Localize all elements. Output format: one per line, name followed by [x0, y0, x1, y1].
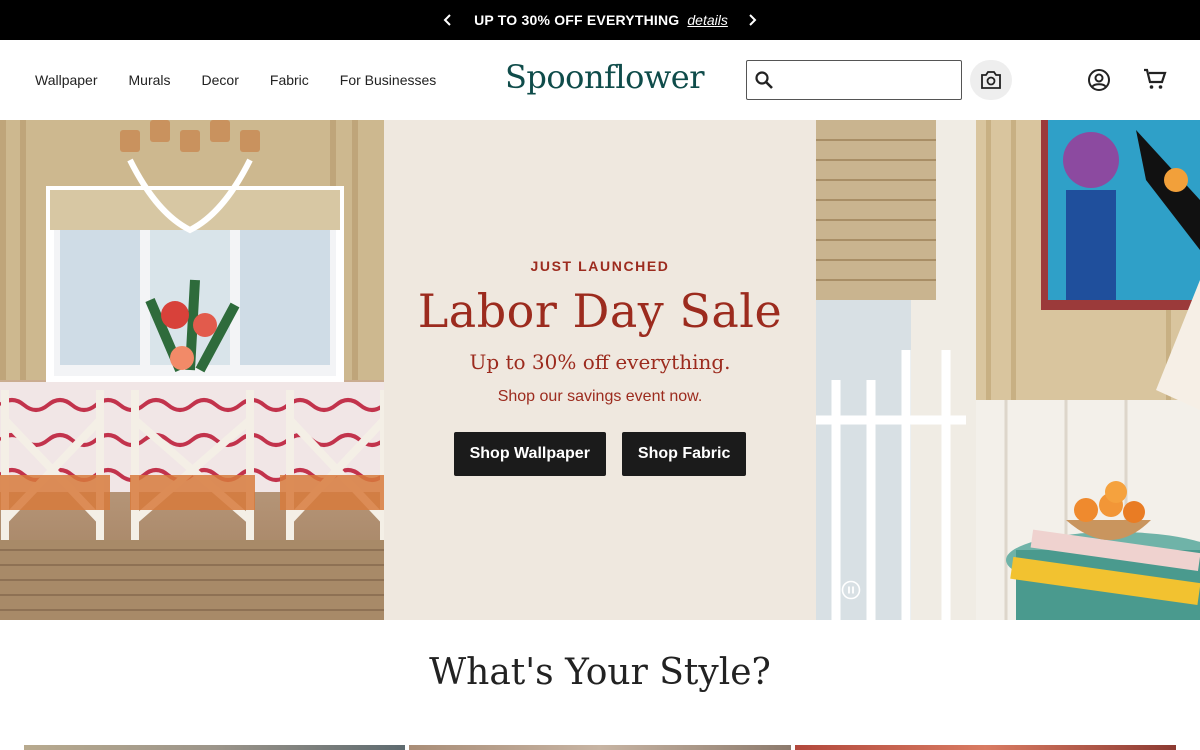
account-icon[interactable]: [1087, 68, 1111, 92]
nav-wallpaper[interactable]: Wallpaper: [35, 72, 98, 88]
site-header: Wallpaper Murals Decor Fabric For Busine…: [0, 40, 1200, 120]
nav-decor[interactable]: Decor: [202, 72, 239, 88]
promo-bar: UP TO 30% OFF EVERYTHING details: [0, 0, 1200, 40]
hero-headline: Labor Day Sale: [417, 284, 783, 338]
hero-banner: JUST LAUNCHED Labor Day Sale Up to 30% o…: [0, 120, 1200, 620]
nav-murals[interactable]: Murals: [129, 72, 171, 88]
section-title: What's Your Style?: [429, 652, 771, 693]
search-input[interactable]: [780, 62, 961, 98]
shop-wallpaper-button[interactable]: Shop Wallpaper: [453, 432, 606, 476]
hero-body: Shop our savings event now.: [497, 388, 703, 405]
main-nav: Wallpaper Murals Decor Fabric For Busine…: [35, 40, 467, 120]
style-cards: [24, 745, 1176, 750]
search-box: [746, 60, 962, 100]
nav-for-businesses[interactable]: For Businesses: [340, 72, 436, 88]
camera-icon: [981, 71, 1001, 89]
promo-text: UP TO 30% OFF EVERYTHING: [474, 12, 680, 28]
hero-promo-panel: JUST LAUNCHED Labor Day Sale Up to 30% o…: [384, 120, 816, 620]
nav-fabric[interactable]: Fabric: [270, 72, 309, 88]
hero-image-living-room: [816, 120, 1200, 620]
chevron-right-icon[interactable]: [742, 10, 762, 30]
style-card[interactable]: [409, 745, 791, 750]
hero-image-dining-room: [0, 120, 384, 620]
camera-search-button[interactable]: [970, 60, 1012, 100]
cart-icon[interactable]: [1143, 67, 1167, 91]
promo-details-link[interactable]: details: [687, 12, 727, 28]
hero-subheadline: Up to 30% off everything.: [469, 350, 731, 374]
shop-fabric-button[interactable]: Shop Fabric: [621, 432, 747, 476]
site-logo[interactable]: Spoonflower: [505, 58, 705, 96]
pause-icon[interactable]: [841, 580, 861, 600]
style-card[interactable]: [24, 745, 406, 750]
hero-cta-row: Shop Wallpaper Shop Fabric: [453, 432, 747, 476]
style-card[interactable]: [794, 745, 1176, 750]
chevron-left-icon[interactable]: [438, 10, 458, 30]
hero-eyebrow: JUST LAUNCHED: [530, 258, 670, 274]
search-icon[interactable]: [747, 61, 780, 99]
